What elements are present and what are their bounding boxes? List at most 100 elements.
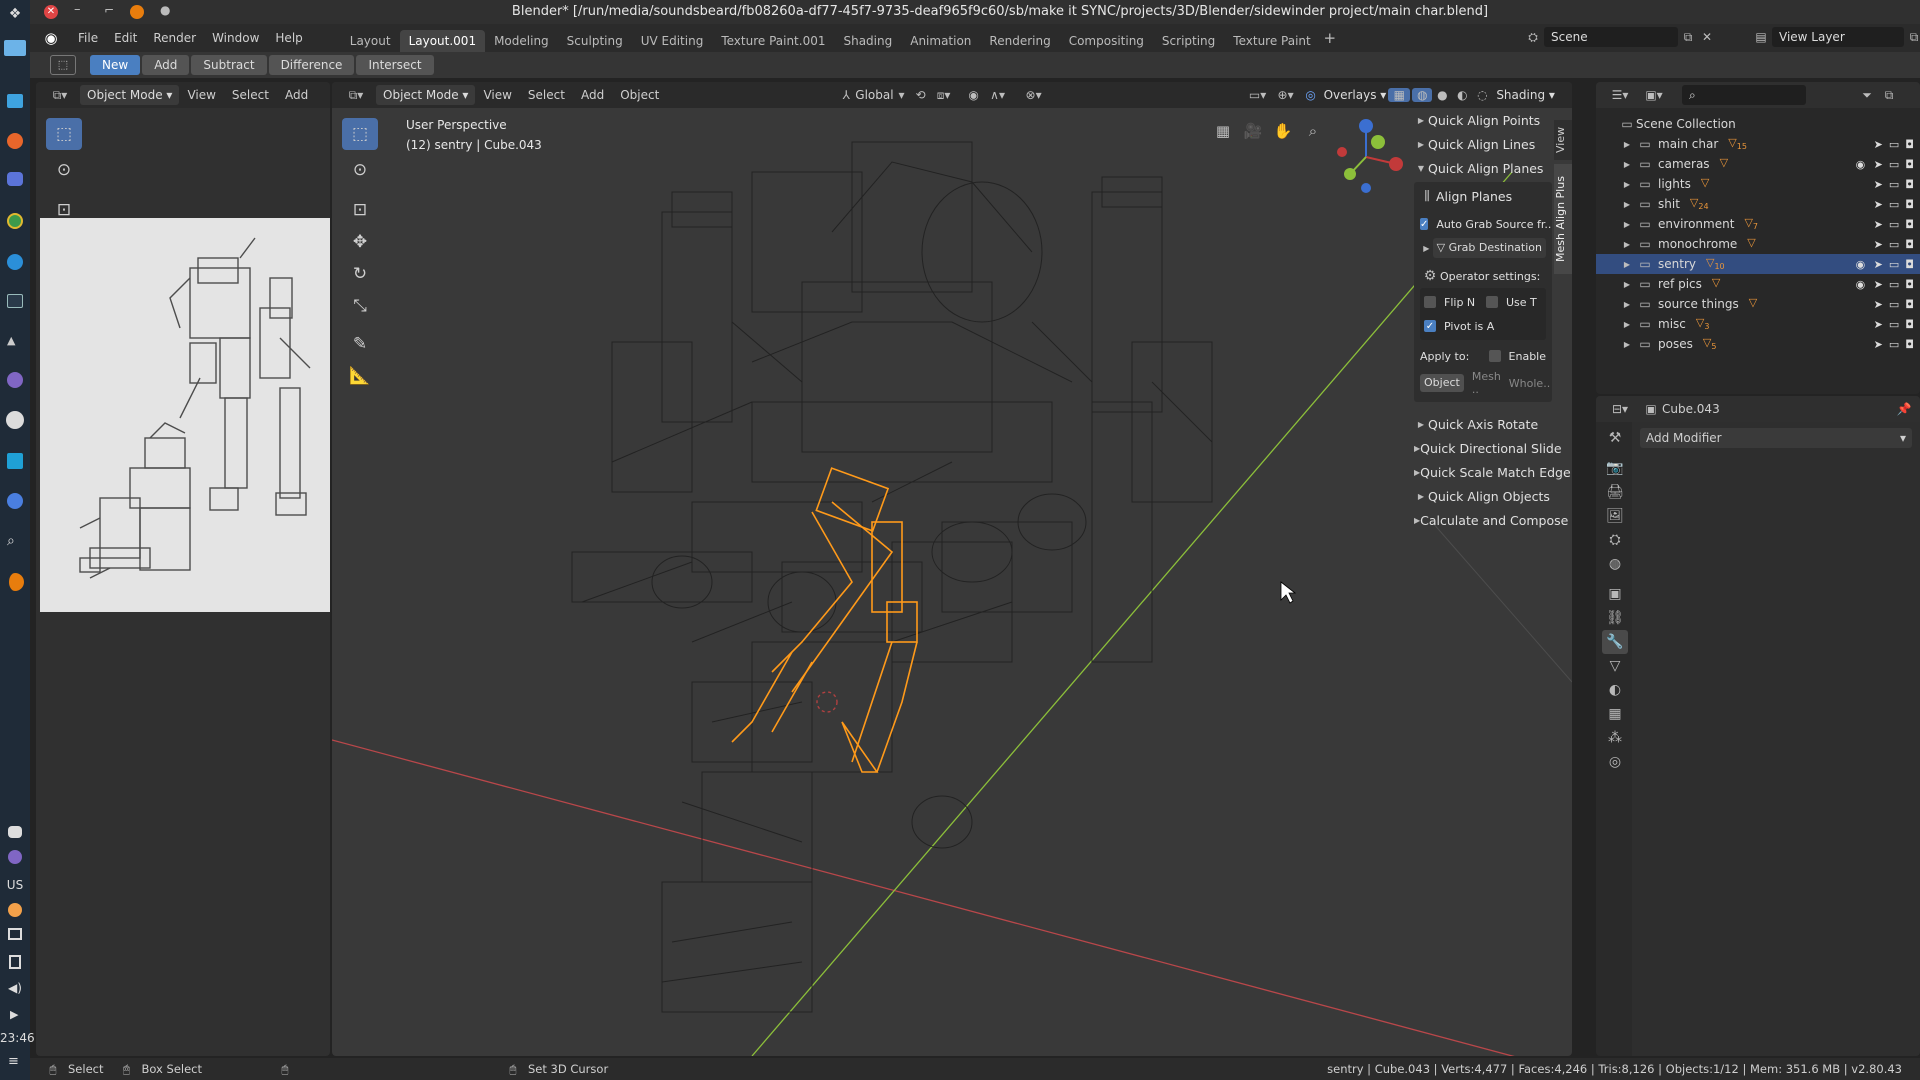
- rendered-shading-icon[interactable]: ◌: [1472, 88, 1492, 102]
- expand-arrow-icon[interactable]: ▶: [1618, 320, 1636, 329]
- shading-dropdown[interactable]: Shading ▾: [1492, 85, 1559, 105]
- gizmo-toggle-icon[interactable]: ⊗▾: [1020, 88, 1048, 102]
- outliner-item-poses[interactable]: ▶▭poses▽5◉➤▭◘: [1596, 334, 1920, 354]
- menu-window[interactable]: Window: [204, 31, 267, 45]
- tab-compositing[interactable]: Compositing: [1060, 30, 1153, 52]
- viewport-visibility-icon[interactable]: ▭: [1889, 238, 1899, 251]
- pivot-row[interactable]: ✓ Pivot is A: [1424, 314, 1542, 338]
- overlays-dropdown[interactable]: Overlays ▾: [1322, 85, 1389, 105]
- 3d-viewport[interactable]: ⧉▾ Object Mode ▾ View Select Add Object …: [332, 82, 1572, 1056]
- render-visibility-icon[interactable]: ◘: [1905, 278, 1914, 291]
- display-mode-icon[interactable]: ▣▾: [1640, 88, 1668, 102]
- pin-icon[interactable]: ●: [160, 3, 170, 17]
- viewport-transform-tool-icon[interactable]: ⊡: [342, 194, 378, 226]
- viewport-move-tool-icon[interactable]: ✥: [342, 226, 378, 258]
- tab-scripting[interactable]: Scripting: [1153, 30, 1224, 52]
- boolean-add-button[interactable]: Add: [142, 55, 190, 75]
- outliner-item-ref-pics[interactable]: ▶ ▭ ref pics ▽ ◉ ➤ ▭ ◘: [1596, 274, 1920, 294]
- add-workspace-icon[interactable]: +: [1320, 29, 1340, 47]
- grid-view-icon[interactable]: ▦: [1208, 122, 1238, 140]
- viewport-visibility-icon[interactable]: ▭: [1889, 198, 1899, 211]
- eye-icon[interactable]: ◉: [1856, 278, 1868, 291]
- new-scene-icon[interactable]: ⧉: [1678, 30, 1698, 45]
- outliner-item-monochrome[interactable]: ▶▭monochrome▽◉➤▭◘: [1596, 234, 1920, 254]
- outliner-item-lights[interactable]: ▶▭lights▽◉➤▭◘: [1596, 174, 1920, 194]
- viewport-menu-view[interactable]: View: [475, 88, 519, 102]
- viewport-rotate-tool-icon[interactable]: ↻: [342, 258, 378, 290]
- app-menu-icon[interactable]: ❖: [6, 6, 24, 24]
- selectable-icon[interactable]: ➤: [1874, 198, 1883, 211]
- viber-icon[interactable]: [7, 372, 23, 388]
- selectable-icon[interactable]: ➤: [1874, 338, 1883, 351]
- apply-mesh-button[interactable]: Mesh ..: [1472, 370, 1501, 396]
- selectable-icon[interactable]: ➤: [1874, 258, 1883, 271]
- terminal-icon[interactable]: [7, 294, 23, 308]
- pan-hand-icon[interactable]: ✋: [1268, 122, 1298, 140]
- blender-logo-icon[interactable]: ◉: [38, 29, 64, 47]
- falloff-icon[interactable]: ∧▾: [986, 88, 1010, 102]
- expand-arrow-icon[interactable]: ▶: [1618, 300, 1636, 309]
- viewport-editor-type-icon[interactable]: ⧉▾: [342, 88, 370, 103]
- restore-icon[interactable]: ⌐: [104, 3, 114, 17]
- cursor-tool-icon[interactable]: ⊙: [46, 154, 82, 186]
- blender-app-icon[interactable]: [6, 573, 24, 591]
- menu-render[interactable]: Render: [145, 31, 204, 45]
- sidebar-mesh-align-tab[interactable]: Mesh Align Plus: [1554, 164, 1572, 274]
- zoom-icon[interactable]: ⌕: [1298, 122, 1328, 140]
- enable-checkbox[interactable]: [1489, 350, 1501, 362]
- properties-editor-type-icon[interactable]: ⊟▾: [1606, 402, 1634, 416]
- selectable-icon[interactable]: ➤: [1874, 238, 1883, 251]
- selectable-icon[interactable]: ➤: [1874, 178, 1883, 191]
- left-mode-dropdown[interactable]: Object Mode ▾: [80, 85, 180, 105]
- scene-tab-icon[interactable]: ⛭: [1602, 528, 1628, 552]
- select-box-tool-icon[interactable]: ⬚: [46, 118, 82, 150]
- material-tab-icon[interactable]: ◐: [1602, 678, 1628, 702]
- eye-icon[interactable]: ◉: [1856, 258, 1868, 271]
- files-icon[interactable]: [7, 94, 23, 108]
- outliner-item-shit[interactable]: ▶▭shit▽24◉➤▭◘: [1596, 194, 1920, 214]
- view-layer-tab-icon[interactable]: 🖼: [1602, 504, 1628, 528]
- render-visibility-icon[interactable]: ◘: [1905, 158, 1914, 171]
- expand-arrow-icon[interactable]: ▶: [1618, 220, 1636, 229]
- flip-n-checkbox[interactable]: [1424, 296, 1436, 308]
- view-layer-name[interactable]: View Layer: [1772, 27, 1904, 47]
- viewport-mode-dropdown[interactable]: Object Mode ▾: [376, 85, 476, 105]
- volume-icon[interactable]: ◀): [8, 981, 22, 995]
- photo-icon[interactable]: [7, 453, 23, 469]
- eye-icon[interactable]: ◉: [1856, 158, 1868, 171]
- solid-shading-icon[interactable]: ●: [1432, 88, 1452, 102]
- viewport-visibility-icon[interactable]: ▭: [1889, 318, 1899, 331]
- minimize-icon[interactable]: –: [74, 2, 81, 17]
- auto-grab-checkbox[interactable]: ✓: [1420, 218, 1429, 230]
- new-collection-icon[interactable]: ⧉: [1878, 88, 1900, 103]
- menu-help[interactable]: Help: [267, 31, 310, 45]
- data-tab-icon[interactable]: ▽: [1602, 654, 1628, 678]
- viewport-visibility-icon[interactable]: ▭: [1889, 178, 1899, 191]
- selectable-icon[interactable]: ➤: [1874, 158, 1883, 171]
- section-quick-align-lines[interactable]: ▶ Quick Align Lines: [1414, 132, 1552, 156]
- render-visibility-icon[interactable]: ◘: [1905, 318, 1914, 331]
- apply-object-button[interactable]: Object: [1420, 374, 1464, 392]
- texture-tab-icon[interactable]: ▦: [1602, 702, 1628, 726]
- keyboard-layout[interactable]: US: [0, 878, 30, 892]
- outliner-item-sentry[interactable]: ▶ ▭ sentry ▽10 ◉ ➤ ▭ ◘: [1596, 254, 1920, 274]
- grab-destination-button[interactable]: ▽ Grab Destination: [1432, 238, 1546, 258]
- use-t-checkbox[interactable]: [1486, 296, 1498, 308]
- tab-animation[interactable]: Animation: [901, 30, 980, 52]
- section-quick-directional-slide[interactable]: ▶ Quick Directional Slide: [1414, 436, 1562, 460]
- transform-orientation-dropdown[interactable]: ⅄ Global ▾: [837, 88, 909, 102]
- discord-tray-icon[interactable]: [8, 826, 22, 838]
- render-visibility-icon[interactable]: ◘: [1905, 178, 1914, 191]
- discord-icon[interactable]: [7, 172, 23, 186]
- pivot-icon[interactable]: ⟲: [910, 88, 932, 102]
- outliner-search-input[interactable]: ⌕: [1682, 85, 1806, 105]
- proportional-edit-icon[interactable]: ◉: [962, 88, 986, 102]
- viewport-visibility-icon[interactable]: ▭: [1889, 258, 1899, 271]
- selectable-icon[interactable]: ➤: [1874, 138, 1883, 151]
- add-modifier-dropdown[interactable]: Add Modifier ▾: [1640, 428, 1912, 448]
- left-menu-add[interactable]: Add: [277, 88, 316, 102]
- selectable-icon[interactable]: ➤: [1874, 298, 1883, 311]
- section-quick-axis-rotate[interactable]: ▶ Quick Axis Rotate: [1414, 412, 1552, 436]
- viber-tray-icon[interactable]: [8, 850, 22, 864]
- xray-toggle-icon[interactable]: ▦: [1388, 88, 1411, 102]
